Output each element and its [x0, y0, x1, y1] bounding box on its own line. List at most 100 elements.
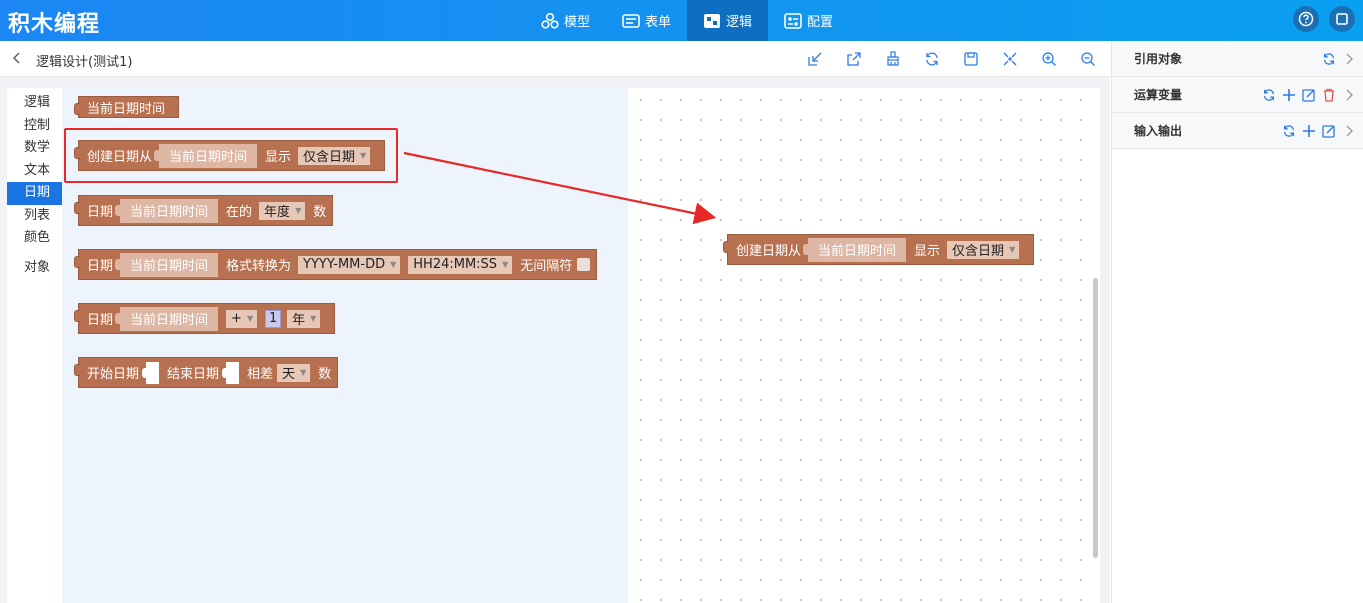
zoom-in-icon — [1042, 52, 1056, 66]
category-text[interactable]: 文本 — [7, 160, 62, 183]
section-label: 输入输出 — [1134, 124, 1183, 138]
zoom-in-button[interactable] — [1039, 49, 1059, 69]
category-object[interactable]: 对象 — [7, 257, 62, 280]
dropdown-diff-unit[interactable]: 天 ▼ — [277, 363, 311, 382]
panel-section-references[interactable]: 引用对象 — [1112, 41, 1363, 77]
zoom-out-icon — [1081, 52, 1095, 66]
import-button[interactable] — [805, 49, 825, 69]
dropdown-arrow-icon: ▼ — [300, 368, 307, 377]
dropdown-value: 年 — [292, 313, 306, 328]
dropdown-value: 天 — [282, 367, 296, 382]
config-icon — [784, 12, 802, 29]
dropdown-date-format[interactable]: YYYY-MM-DD ▼ — [298, 255, 401, 274]
clean-button[interactable] — [883, 49, 903, 69]
chevron-right-icon[interactable] — [1345, 53, 1353, 65]
panel-section-variables[interactable]: 运算变量 — [1112, 77, 1363, 113]
block-label: 日期 — [87, 259, 114, 274]
add-icon[interactable] — [1302, 124, 1316, 138]
dropdown-arrow-icon: ▼ — [310, 314, 317, 323]
refresh-icon[interactable] — [1322, 52, 1336, 66]
dropdown-arrow-icon: ▼ — [1009, 245, 1016, 254]
help-icon — [1298, 11, 1314, 27]
nav-tab-form[interactable]: 表单 — [606, 0, 687, 41]
center-button[interactable] — [1000, 49, 1020, 69]
section-label: 运算变量 — [1134, 88, 1183, 102]
window-button[interactable] — [1329, 6, 1355, 32]
block-label: 显示 — [914, 244, 941, 259]
back-icon[interactable] — [12, 51, 22, 65]
empty-input-slot[interactable] — [222, 361, 240, 384]
dropdown-arrow-icon: ▼ — [246, 314, 254, 323]
nav-tab-label: 配置 — [807, 15, 834, 30]
dropdown-value: 年度 — [264, 205, 291, 220]
dropdown-unit[interactable]: 年 ▼ — [287, 309, 321, 328]
category-color[interactable]: 颜色 — [7, 227, 62, 250]
block-current-datetime[interactable]: 当前日期时间 — [74, 96, 180, 118]
block-date-add[interactable]: 日期 当前日期时间 + ▼ 1 年 ▼ — [74, 303, 336, 334]
chevron-right-icon[interactable] — [1345, 125, 1353, 137]
dropdown-date-mode[interactable]: 仅含日期 ▼ — [947, 240, 1020, 259]
block-input-current-datetime[interactable]: 当前日期时间 — [115, 252, 219, 277]
dropdown-operator[interactable]: + ▼ — [226, 309, 258, 328]
block-input-current-datetime[interactable]: 当前日期时间 — [803, 237, 907, 262]
page-title: 逻辑设计(测试1) — [36, 55, 133, 70]
block-date-part[interactable]: 日期 当前日期时间 在的 年度 ▼ 数 — [74, 195, 334, 226]
window-icon — [1336, 13, 1348, 25]
main-nav: 模型 表单 逻辑 配置 — [525, 0, 849, 41]
category-logic[interactable]: 逻辑 — [7, 92, 62, 115]
category-toolbox: 逻辑 控制 数学 文本 日期 列表 颜色 对象 — [7, 88, 62, 603]
refresh-button[interactable] — [922, 49, 942, 69]
add-icon[interactable] — [1282, 88, 1296, 102]
zoom-out-button[interactable] — [1078, 49, 1098, 69]
workspace-tools — [805, 49, 1098, 69]
category-math[interactable]: 数学 — [7, 137, 62, 160]
category-control[interactable]: 控制 — [7, 115, 62, 138]
nav-tab-label: 模型 — [564, 15, 591, 30]
logic-icon — [704, 13, 721, 28]
block-label: 当前日期时间 — [87, 101, 166, 117]
workspace-block-create-date[interactable]: 创建日期从 当前日期时间 显示 仅含日期 ▼ — [723, 234, 1035, 265]
panel-section-io[interactable]: 输入输出 — [1112, 113, 1363, 149]
edit-icon[interactable] — [1302, 88, 1316, 102]
delete-icon[interactable] — [1322, 88, 1336, 102]
category-list[interactable]: 列表 — [7, 205, 62, 228]
block-label: 创建日期从 — [736, 244, 802, 259]
clean-icon — [887, 51, 899, 66]
edit-icon[interactable] — [1322, 124, 1336, 138]
form-icon — [622, 13, 640, 28]
dropdown-value: + — [231, 311, 242, 326]
right-panel: 引用对象 运算变量 输入输出 — [1111, 41, 1363, 603]
refresh-icon[interactable] — [1262, 88, 1276, 102]
category-date[interactable]: 日期 — [7, 182, 62, 205]
nav-tab-logic[interactable]: 逻辑 — [687, 0, 769, 41]
block-input-current-datetime[interactable]: 当前日期时间 — [115, 198, 219, 223]
block-date-format[interactable]: 日期 当前日期时间 格式转换为 YYYY-MM-DD ▼ HH24:MM:SS ▼ … — [74, 249, 598, 280]
workspace-scrollbar[interactable] — [1093, 278, 1098, 558]
block-label: 开始日期 — [87, 367, 140, 382]
save-button[interactable] — [961, 49, 981, 69]
refresh-icon[interactable] — [1282, 124, 1296, 138]
dropdown-date-part[interactable]: 年度 ▼ — [259, 201, 306, 220]
top-bar: 积木编程 模型 表单 逻辑 配置 — [0, 0, 1363, 41]
nav-tab-model[interactable]: 模型 — [525, 0, 606, 41]
separator-checkbox[interactable] — [577, 258, 591, 271]
block-input-current-datetime[interactable]: 当前日期时间 — [115, 306, 219, 331]
block-label: 日期 — [87, 313, 114, 328]
block-label: 数 — [313, 205, 327, 220]
sub-toolbar: 逻辑设计(测试1) — [0, 41, 1110, 77]
help-button[interactable] — [1293, 6, 1319, 32]
number-input[interactable]: 1 — [265, 309, 282, 328]
header-actions — [1293, 6, 1355, 32]
nav-tab-config[interactable]: 配置 — [768, 0, 849, 41]
dropdown-time-format[interactable]: HH24:MM:SS ▼ — [408, 255, 513, 274]
highlight-box — [64, 128, 398, 183]
block-label: 格式转换为 — [226, 259, 292, 274]
app-title: 积木编程 — [8, 12, 101, 37]
dropdown-value: 仅含日期 — [952, 244, 1005, 259]
chevron-right-icon[interactable] — [1345, 89, 1353, 101]
empty-input-slot[interactable] — [142, 361, 160, 384]
export-button[interactable] — [844, 49, 864, 69]
center-icon — [1003, 52, 1017, 66]
block-label: 数 — [318, 367, 332, 382]
block-date-diff[interactable]: 开始日期 结束日期 相差 天 ▼ 数 — [74, 357, 339, 388]
